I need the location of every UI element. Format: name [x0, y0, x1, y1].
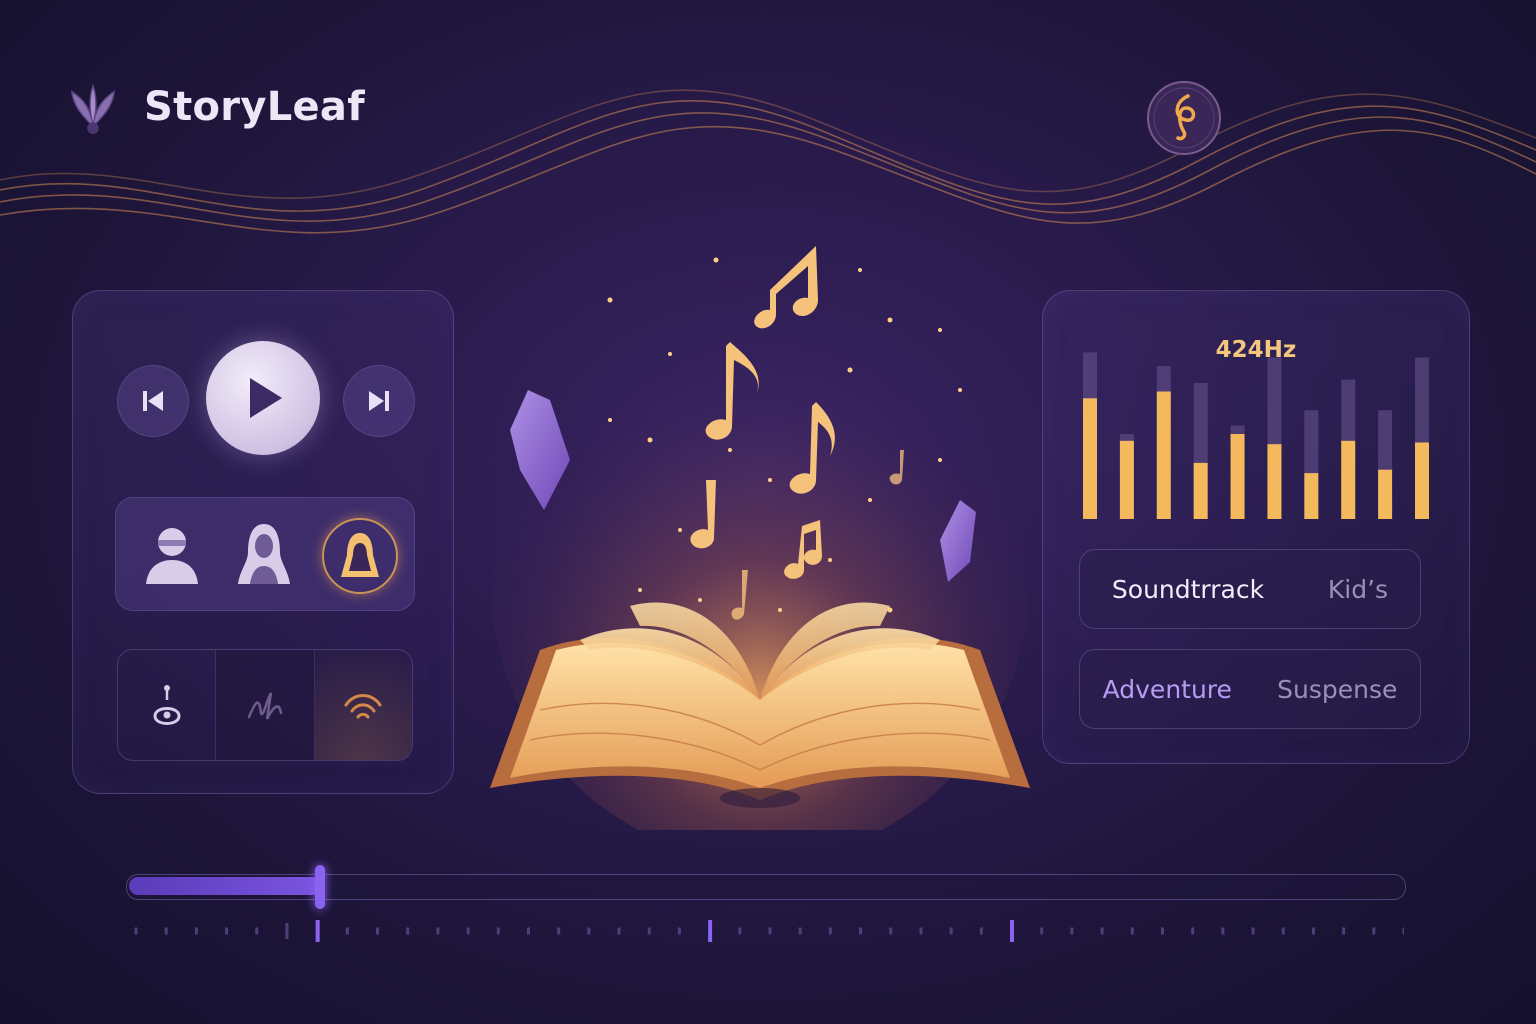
timeline-tick: [768, 927, 772, 935]
timeline-tick: [798, 927, 802, 935]
timeline-tick: [1281, 927, 1285, 935]
playback-timeline[interactable]: [126, 865, 1406, 909]
glowing-book-illustration: [490, 246, 1030, 830]
timeline-scrubber-handle[interactable]: [314, 865, 325, 909]
timeline-tick: [194, 927, 198, 935]
timeline-tick: [315, 920, 320, 942]
timeline-tick: [345, 927, 349, 935]
narrator-selected-icon: [341, 533, 379, 577]
narrator-male-icon: [146, 528, 198, 584]
equalizer-panel: 424Hz Soundtrrack Kid’s Adventure Suspen…: [1042, 290, 1470, 764]
decorative-wave-lines: [0, 89, 1536, 234]
timeline-tick: [557, 927, 561, 935]
timeline-tick: [436, 927, 440, 935]
timeline-tick: [526, 927, 530, 935]
eq-bar-level[interactable]: [1341, 440, 1356, 519]
timeline-tick: [406, 927, 410, 935]
timeline-tick: [496, 927, 500, 935]
narrator-option-male[interactable]: [136, 518, 208, 590]
narrator-option-female[interactable]: [228, 518, 300, 590]
timeline-tick: [1070, 927, 1074, 935]
timeline-tick: [738, 927, 742, 935]
previous-button[interactable]: [117, 365, 189, 437]
ambient-option-waves[interactable]: [314, 650, 412, 760]
eq-bar-level[interactable]: [1119, 440, 1134, 519]
timeline-tick: [859, 927, 863, 935]
timeline-tick: [164, 927, 168, 935]
timeline-tick: [225, 927, 229, 935]
ambient-option-chime[interactable]: [118, 650, 217, 760]
genre-chip-soundtrack[interactable]: Soundtrrack: [1112, 575, 1264, 604]
genre-row-1: Soundtrrack Kid’s: [1079, 549, 1421, 629]
timeline-tick: [1160, 927, 1164, 935]
chime-icon: [153, 685, 181, 725]
treble-clef-emblem-icon[interactable]: [1144, 78, 1224, 158]
timeline-tick: [677, 927, 681, 935]
wave-sound-icon: [344, 694, 382, 719]
play-button[interactable]: [206, 341, 320, 455]
narrator-option-selected[interactable]: [322, 518, 398, 594]
timeline-tick: [1100, 927, 1104, 935]
eq-bar-level[interactable]: [1193, 462, 1208, 519]
timeline-tick: [255, 927, 259, 935]
eq-bar-level[interactable]: [1304, 473, 1319, 519]
timeline-tick: [1010, 920, 1015, 942]
timeline-tick: [1251, 927, 1255, 935]
player-controls-panel: [72, 290, 454, 794]
leaf-spark-icon: [70, 83, 116, 135]
timeline-tick: [1402, 927, 1404, 935]
skip-next-icon: [369, 391, 389, 411]
timeline-tick: [647, 927, 651, 935]
equalizer-bars[interactable]: [1083, 349, 1429, 519]
eq-bar-level[interactable]: [1156, 391, 1171, 520]
genre-row-2: Adventure Suspense: [1079, 649, 1421, 729]
timeline-tick-marks: [134, 920, 1404, 942]
timeline-tick: [285, 923, 289, 939]
narrator-selector: [115, 497, 415, 611]
timeline-tick: [1040, 927, 1044, 935]
timeline-tick: [708, 920, 713, 942]
timeline-tick: [949, 927, 953, 935]
timeline-tick: [979, 927, 983, 935]
timeline-tick: [1372, 927, 1376, 935]
timeline-tick: [134, 927, 138, 935]
ambient-sound-selector: [117, 649, 413, 761]
narrator-female-icon: [238, 524, 290, 584]
ambient-option-script[interactable]: [216, 650, 315, 760]
eq-bar-level[interactable]: [1378, 469, 1393, 519]
timeline-tick: [889, 927, 893, 935]
timeline-tick: [919, 927, 923, 935]
genre-chip-kids[interactable]: Kid’s: [1328, 575, 1388, 604]
timeline-tick: [1311, 927, 1315, 935]
app-logo[interactable]: StoryLeaf: [64, 78, 365, 136]
timeline-tick: [376, 927, 380, 935]
skip-previous-icon: [143, 391, 163, 411]
next-button[interactable]: [343, 365, 415, 437]
timeline-progress-fill: [129, 877, 321, 895]
timeline-tick: [1221, 927, 1225, 935]
genre-chip-suspense[interactable]: Suspense: [1277, 675, 1397, 704]
script-icon: [247, 692, 283, 720]
timeline-tick: [587, 927, 591, 935]
app-title: StoryLeaf: [144, 84, 365, 130]
timeline-tick: [828, 927, 832, 935]
eq-bar-level[interactable]: [1230, 434, 1245, 519]
play-icon: [250, 378, 282, 418]
timeline-tick: [1191, 927, 1195, 935]
timeline-tick: [617, 927, 621, 935]
eq-bar-level[interactable]: [1267, 444, 1282, 519]
eq-bar-level[interactable]: [1415, 442, 1429, 520]
eq-bar-level[interactable]: [1083, 398, 1097, 519]
timeline-tick: [466, 927, 470, 935]
timeline-tick: [1130, 927, 1134, 935]
timeline-tick: [1342, 927, 1346, 935]
genre-chip-adventure[interactable]: Adventure: [1103, 675, 1232, 704]
